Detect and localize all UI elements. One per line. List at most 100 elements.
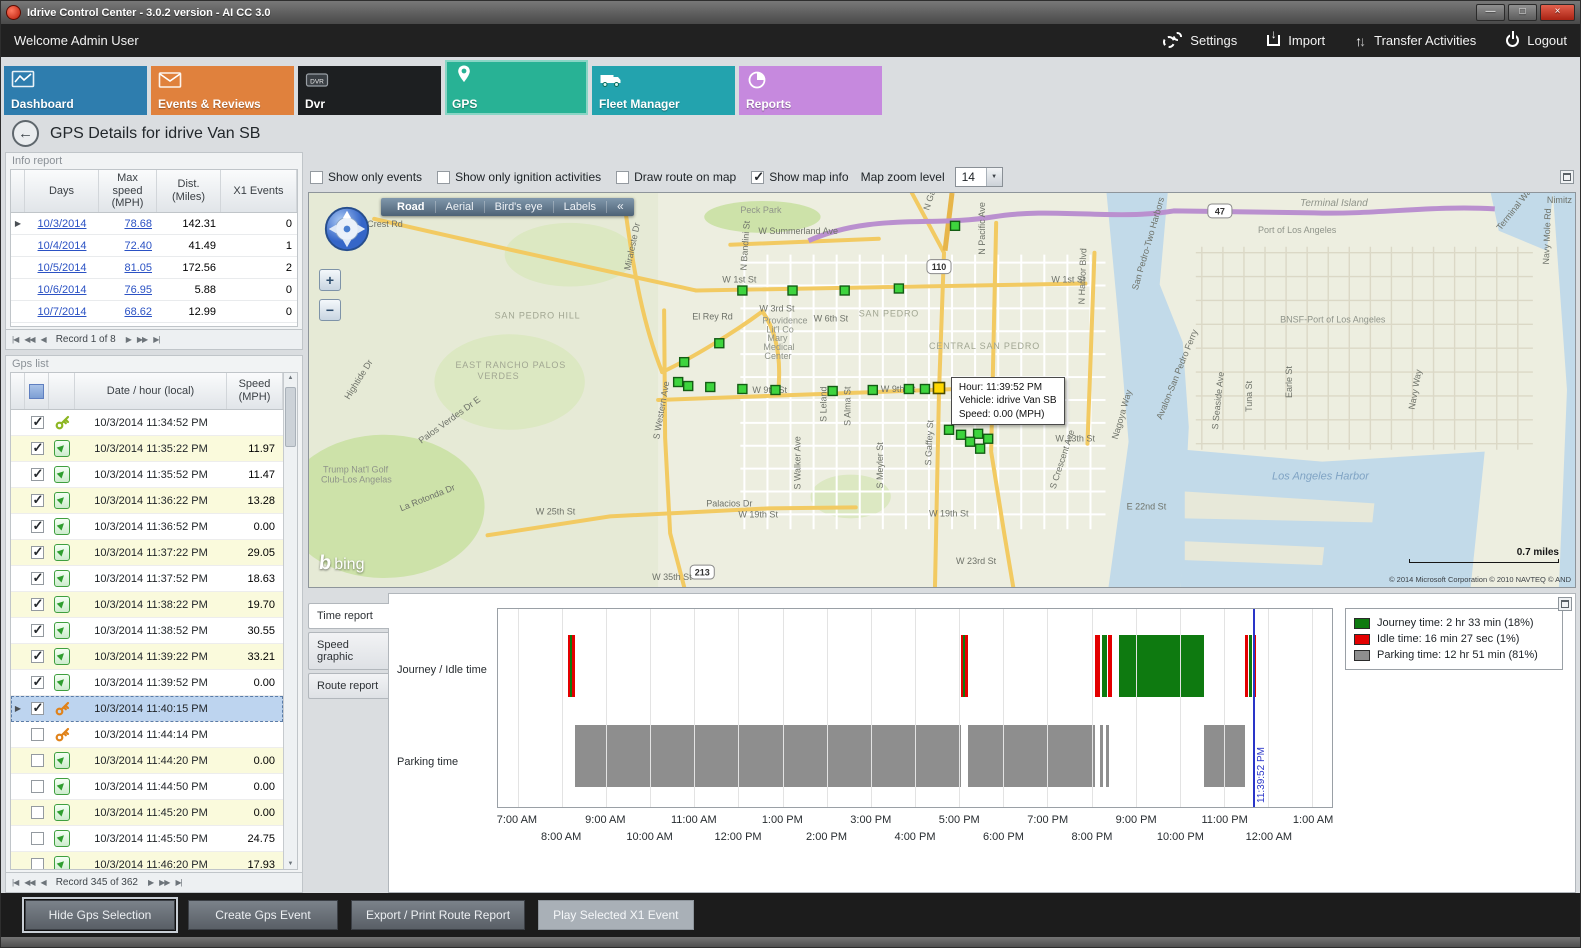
gps-point-marker[interactable] xyxy=(945,425,954,434)
scrollbar-thumb[interactable] xyxy=(285,387,296,447)
gps-point-marker[interactable] xyxy=(957,430,966,439)
segment-idle[interactable] xyxy=(572,635,575,697)
segment-idle[interactable] xyxy=(1095,635,1100,697)
map-canvas[interactable]: 11047213 Peck ParkW Summerland AveCrest … xyxy=(309,193,1575,587)
gps-point-marker[interactable] xyxy=(951,221,960,230)
map-view-tab-labels[interactable]: Labels xyxy=(554,201,607,213)
gps-point-marker[interactable] xyxy=(680,358,689,367)
row-checkbox[interactable] xyxy=(31,754,44,767)
gps-list-row[interactable]: 10/3/2014 11:38:22 PM19.70 xyxy=(11,592,283,618)
chart-expand-button[interactable] xyxy=(1558,597,1572,611)
gps-list-pager-first-button[interactable]: |◀ xyxy=(12,878,18,887)
tab-speed-graphic[interactable]: Speed graphic xyxy=(308,632,388,670)
gps-list-row[interactable]: ▶10/3/2014 11:40:15 PM xyxy=(11,696,283,722)
gps-list-scrollbar[interactable]: ▲ ▼ xyxy=(283,373,297,869)
gps-point-marker[interactable] xyxy=(984,434,993,443)
gps-list-row[interactable]: 10/3/2014 11:39:52 PM0.00 xyxy=(11,670,283,696)
info-report-pager-prev-page-button[interactable]: ◀◀ xyxy=(24,335,34,344)
gps-list-pager-next-page-button[interactable]: ▶▶ xyxy=(159,878,169,887)
date-link[interactable]: 10/7/2014 xyxy=(38,306,87,318)
nav-tile-dvr[interactable]: DVRDvr xyxy=(298,66,441,115)
maximize-button[interactable]: □ xyxy=(1508,4,1537,21)
export-print-route-report-button[interactable]: Export / Print Route Report xyxy=(351,900,525,930)
date-link[interactable]: 10/4/2014 xyxy=(38,240,87,252)
nav-tile-gps[interactable]: GPS xyxy=(445,60,588,115)
max-speed-link[interactable]: 76.95 xyxy=(124,284,152,296)
checkbox-box[interactable] xyxy=(310,171,323,184)
row-checkbox[interactable] xyxy=(31,832,44,845)
row-checkbox[interactable] xyxy=(31,546,44,559)
max-speed-link[interactable]: 68.62 xyxy=(124,306,152,318)
tab-time-report[interactable]: Time report xyxy=(308,603,389,629)
segment-journey[interactable] xyxy=(1249,635,1252,697)
date-link[interactable]: 10/5/2014 xyxy=(38,262,87,274)
gps-point-marker[interactable] xyxy=(706,383,715,392)
map-view-tab-bird-s-eye[interactable]: Bird's eye xyxy=(485,201,554,213)
gps-list-pager-prev-button[interactable]: ◀ xyxy=(41,878,46,887)
nav-tile-fleet-manager[interactable]: Fleet Manager xyxy=(592,66,735,115)
gps-point-marker[interactable] xyxy=(788,286,797,295)
map-zoom-in-button[interactable]: + xyxy=(319,269,341,291)
gps-point-marker[interactable] xyxy=(771,386,780,395)
info-report-pager-prev-button[interactable]: ◀ xyxy=(41,335,46,344)
checkbox-show-only-ignition-activities[interactable]: Show only ignition activities xyxy=(437,170,601,184)
max-speed-link[interactable]: 81.05 xyxy=(124,262,152,274)
gps-point-marker[interactable] xyxy=(828,387,837,396)
gps-point-marker[interactable] xyxy=(674,378,683,387)
chevron-down-icon[interactable]: ▼ xyxy=(986,168,1002,186)
select-all-checkbox[interactable] xyxy=(29,384,44,399)
max-speed-link[interactable]: 72.40 xyxy=(124,240,152,252)
gps-list-row[interactable]: 10/3/2014 11:37:22 PM29.05 xyxy=(11,540,283,566)
logout-button[interactable]: Logout xyxy=(1506,33,1567,48)
segment-parking[interactable] xyxy=(1106,725,1109,787)
row-checkbox[interactable] xyxy=(31,598,44,611)
gps-list-pager-next-button[interactable]: ▶ xyxy=(148,878,153,887)
row-checkbox[interactable] xyxy=(31,780,44,793)
hide-gps-selection-button[interactable]: Hide Gps Selection xyxy=(25,900,175,930)
window-resize-edge[interactable] xyxy=(1,937,1580,947)
row-checkbox[interactable] xyxy=(31,676,44,689)
scroll-up-icon[interactable]: ▲ xyxy=(288,375,294,381)
max-speed-link[interactable]: 78.68 xyxy=(124,218,152,230)
nav-tile-dashboard[interactable]: Dashboard xyxy=(4,66,147,115)
gps-list-row[interactable]: 10/3/2014 11:36:52 PM0.00 xyxy=(11,514,283,540)
info-report-row[interactable]: 10/4/201472.4041.491 xyxy=(11,235,297,257)
row-checkbox[interactable] xyxy=(31,442,44,455)
checkbox-show-map-info[interactable]: Show map info xyxy=(751,170,848,184)
date-link[interactable]: 10/6/2014 xyxy=(38,284,87,296)
gps-list-pager-prev-page-button[interactable]: ◀◀ xyxy=(24,878,34,887)
gps-point-marker[interactable] xyxy=(894,284,903,293)
gps-list-row[interactable]: 10/3/2014 11:44:20 PM0.00 xyxy=(11,748,283,774)
checkbox-box[interactable] xyxy=(616,171,629,184)
segment-parking[interactable] xyxy=(968,725,1095,787)
nav-tile-reports[interactable]: Reports xyxy=(739,66,882,115)
map-zoom-select[interactable]: 14 ▼ xyxy=(955,167,1003,187)
checkbox-show-only-events[interactable]: Show only events xyxy=(310,170,422,184)
segment-journey[interactable] xyxy=(1119,635,1204,697)
map-view-tab-aerial[interactable]: Aerial xyxy=(436,201,485,213)
checkbox-box[interactable] xyxy=(437,171,450,184)
gps-point-marker[interactable] xyxy=(920,385,929,394)
segment-parking[interactable] xyxy=(1100,725,1103,787)
selected-gps-marker[interactable] xyxy=(933,383,944,394)
row-checkbox[interactable] xyxy=(31,702,44,715)
gps-point-marker[interactable] xyxy=(966,437,975,446)
gps-point-marker[interactable] xyxy=(976,444,985,453)
info-report-row[interactable]: 10/6/201476.955.880 xyxy=(11,279,297,301)
scroll-down-icon[interactable]: ▼ xyxy=(288,861,294,867)
segment-journey[interactable] xyxy=(1102,635,1106,697)
gps-point-marker[interactable] xyxy=(684,382,693,391)
gps-list-row[interactable]: 10/3/2014 11:34:52 PM xyxy=(11,410,283,436)
minimize-button[interactable]: — xyxy=(1476,4,1505,21)
checkbox-draw-route-on-map[interactable]: Draw route on map xyxy=(616,170,736,184)
info-report-row[interactable]: 10/7/201468.6212.990 xyxy=(11,301,297,323)
map-view-tab-road[interactable]: Road xyxy=(387,201,436,213)
gps-point-marker[interactable] xyxy=(840,286,849,295)
transfer-activities-button[interactable]: ↑↓ Transfer Activities xyxy=(1355,33,1476,49)
row-checkbox[interactable] xyxy=(31,858,44,869)
tab-route-report[interactable]: Route report xyxy=(308,673,388,699)
gps-list-row[interactable]: 10/3/2014 11:46:20 PM17.93 xyxy=(11,852,283,869)
checkbox-box[interactable] xyxy=(751,171,764,184)
gps-point-marker[interactable] xyxy=(738,385,747,394)
nav-tile-events-reviews[interactable]: Events & Reviews xyxy=(151,66,294,115)
